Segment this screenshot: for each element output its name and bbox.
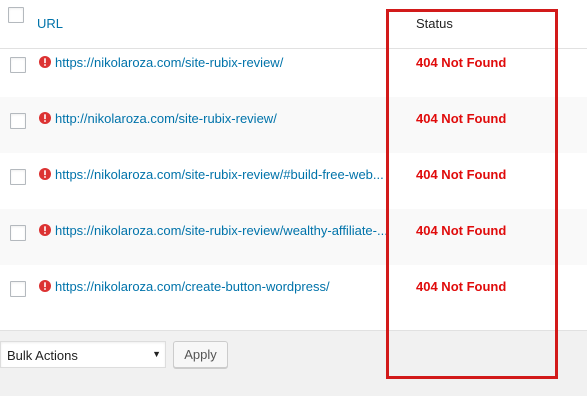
alert-circle-icon <box>39 280 51 292</box>
row-url-link[interactable]: https://nikolaroza.com/site-rubix-review… <box>55 55 395 70</box>
alert-circle-icon <box>39 56 51 68</box>
bulk-actions-label: Bulk Actions <box>7 348 78 363</box>
table-row: https://nikolaroza.com/site-rubix-review… <box>0 209 587 265</box>
table-row: https://nikolaroza.com/site-rubix-review… <box>0 153 587 209</box>
column-header-url[interactable]: URL <box>37 16 63 31</box>
row-status: 404 Not Found <box>416 55 507 70</box>
row-status: 404 Not Found <box>416 167 507 182</box>
row-status: 404 Not Found <box>416 223 507 238</box>
row-checkbox[interactable] <box>10 113 26 129</box>
links-table: URL Status https://nikolaroza.com/site-r… <box>0 0 587 331</box>
select-all-checkbox[interactable] <box>8 7 24 23</box>
alert-circle-icon <box>39 224 51 236</box>
bulk-actions-select[interactable]: Bulk Actions ▼ <box>0 341 166 368</box>
alert-circle-icon <box>39 112 51 124</box>
row-status: 404 Not Found <box>416 279 507 294</box>
row-url-link[interactable]: https://nikolaroza.com/site-rubix-review… <box>55 167 395 182</box>
row-status: 404 Not Found <box>416 111 507 126</box>
table-row: https://nikolaroza.com/create-button-wor… <box>0 265 587 321</box>
row-checkbox[interactable] <box>10 57 26 73</box>
row-checkbox[interactable] <box>10 169 26 185</box>
row-checkbox[interactable] <box>10 281 26 297</box>
column-header-status: Status <box>416 16 453 31</box>
alert-circle-icon <box>39 168 51 180</box>
row-checkbox[interactable] <box>10 225 26 241</box>
table-row: https://nikolaroza.com/site-rubix-review… <box>0 41 587 97</box>
row-url-link[interactable]: https://nikolaroza.com/site-rubix-review… <box>55 223 395 238</box>
row-url-link[interactable]: https://nikolaroza.com/create-button-wor… <box>55 279 395 294</box>
apply-button[interactable]: Apply <box>173 341 228 368</box>
dropdown-arrow-icon: ▼ <box>152 349 161 359</box>
row-url-link[interactable]: http://nikolaroza.com/site-rubix-review/ <box>55 111 395 126</box>
table-row: http://nikolaroza.com/site-rubix-review/… <box>0 97 587 153</box>
